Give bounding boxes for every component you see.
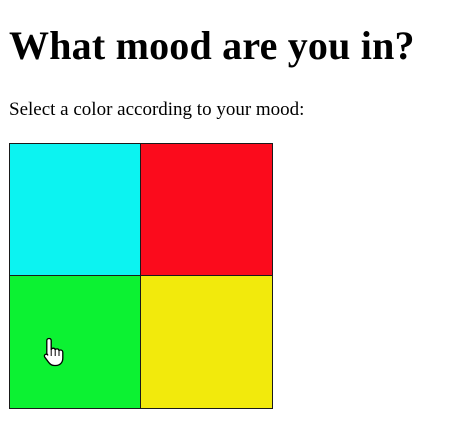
green-swatch[interactable] [9, 275, 142, 409]
yellow-swatch[interactable] [140, 275, 273, 409]
mood-page: What mood are you in? Select a color acc… [0, 0, 449, 421]
cyan-swatch[interactable] [9, 143, 142, 277]
color-grid [9, 143, 273, 409]
page-title: What mood are you in? [9, 23, 415, 68]
mood-prompt: Select a color according to your mood: [9, 99, 305, 120]
red-swatch[interactable] [140, 143, 273, 277]
